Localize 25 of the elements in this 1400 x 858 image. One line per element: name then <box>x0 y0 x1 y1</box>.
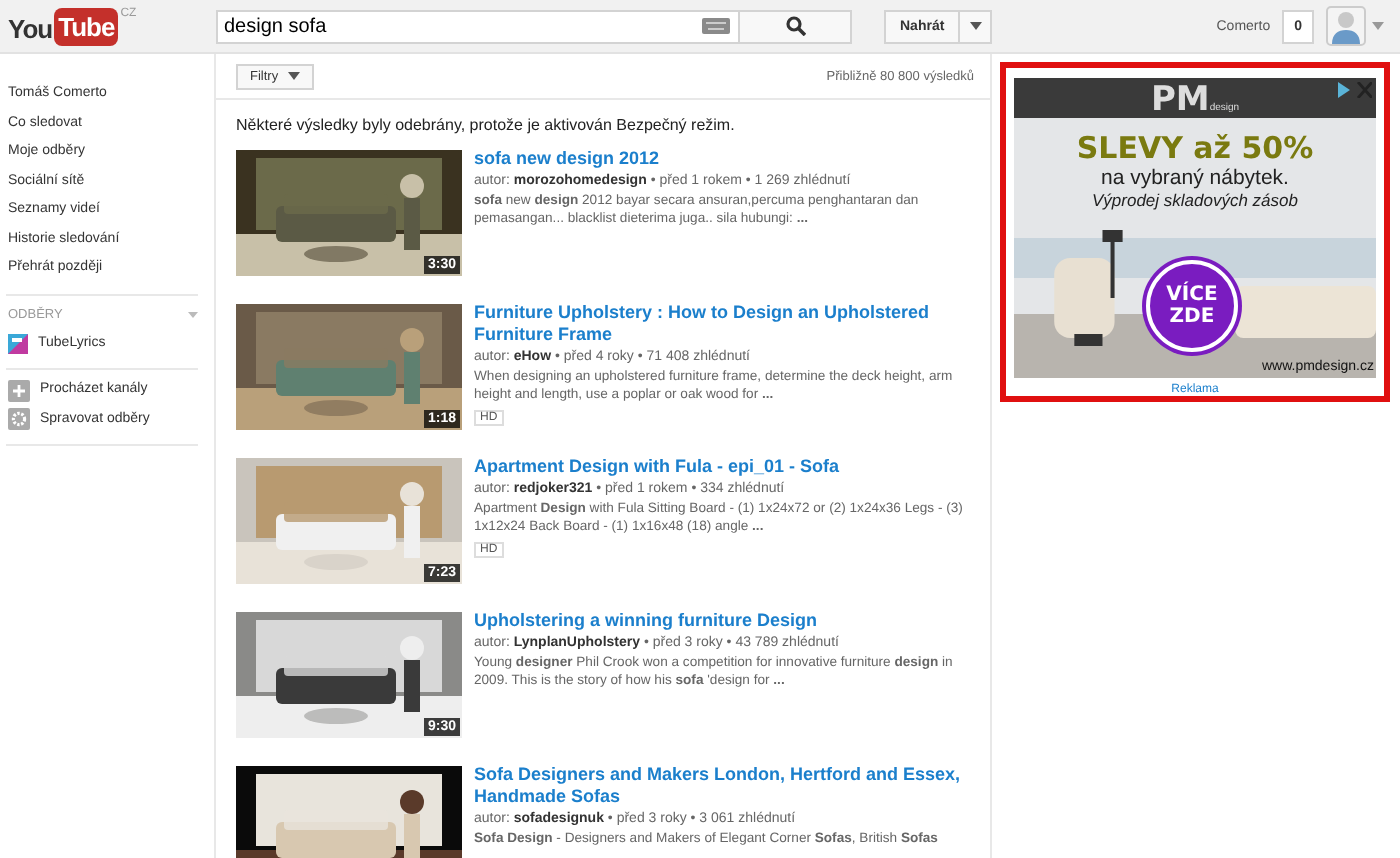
video-title[interactable]: Apartment Design with Fula - epi_01 - Sofa <box>474 456 840 478</box>
caret-icon <box>288 72 301 80</box>
ad-text: Výprodej skladových zásob <box>1091 190 1298 210</box>
avatar-icon[interactable] <box>1326 6 1366 46</box>
plus-icon <box>8 379 30 402</box>
safety-notice: Některé výsledky byly odebrány, protože je aktivován Bezpečný režim. <box>236 116 737 134</box>
search-field[interactable]: design sofa <box>216 9 740 43</box>
search-button[interactable] <box>738 9 852 43</box>
settings-icon <box>8 408 30 431</box>
upload-menu-button[interactable] <box>960 9 993 43</box>
video-title[interactable]: sofa new design 2012 <box>474 148 660 170</box>
ad-text: na vybraný nábytek. <box>1101 166 1289 190</box>
video-title[interactable]: Sofa Designers and Makers London, Hertford and Essex, Handmade Sofas <box>474 764 974 808</box>
caret-icon[interactable] <box>1372 22 1384 30</box>
channel-icon <box>8 333 28 354</box>
keyboard-icon[interactable] <box>702 18 730 34</box>
close-icon[interactable] <box>1336 82 1372 98</box>
caret-icon <box>969 22 982 30</box>
ad-headline: SLEVY až 50% <box>1076 130 1314 166</box>
video-title[interactable]: Upholstering a winning furniture Design <box>474 610 818 632</box>
ad-logo: PM <box>1150 82 1210 118</box>
video-title[interactable]: Furniture Upholstery : How to Design an Upholstered Furniture Frame <box>474 302 974 346</box>
youtube-logo[interactable]: You Tube $^{CZ}$ <box>8 7 216 45</box>
search-icon <box>785 16 805 36</box>
collapse-icon[interactable] <box>188 312 198 318</box>
